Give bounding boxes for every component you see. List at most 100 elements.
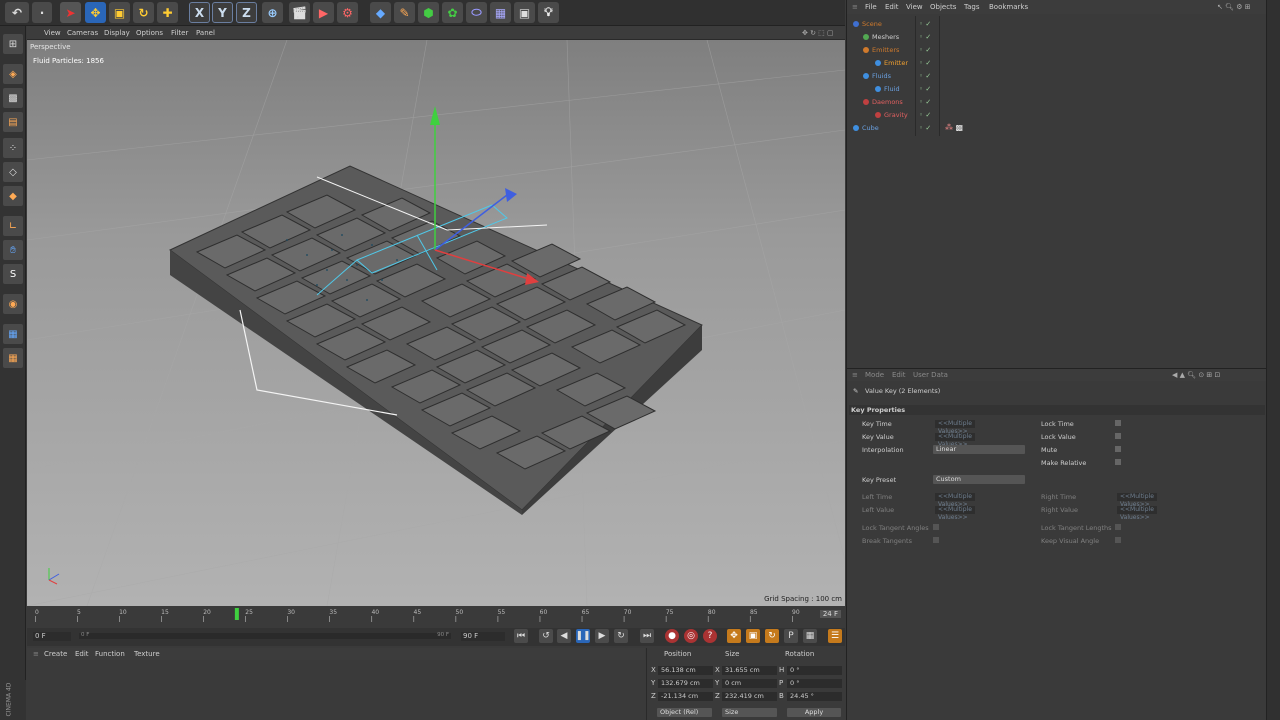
visibility-toggle[interactable]: ◦ ✓ [919,124,931,132]
apply-button[interactable]: Apply [787,708,841,717]
visibility-toggle[interactable]: ◦ ✓ [919,20,931,28]
rotation-key-toggle[interactable]: ↻ [765,629,779,643]
go-to-end-button[interactable]: ⏭︎ [640,629,654,643]
lock-tangent-lengths-checkbox[interactable] [1115,524,1121,530]
magnet-tool-button[interactable]: ◉ [3,294,23,314]
menu-user-data[interactable]: User Data [913,371,948,379]
menu-edit[interactable]: Edit [885,3,899,11]
y-axis-lock[interactable]: Y [212,2,233,23]
right-value-field[interactable]: <<Multiple Values>> [1117,506,1157,521]
max-frame-field[interactable]: 90 F [461,632,505,641]
add-generator-button[interactable]: ⬢ [418,2,439,23]
go-to-previous-key-button[interactable]: ↺ [539,629,553,643]
record-active-objects-button[interactable]: ● [665,629,679,643]
lock-value-checkbox[interactable] [1115,433,1121,439]
add-cube-button[interactable]: ◆ [370,2,391,23]
undo-button[interactable]: ↶ [5,2,29,23]
timeline-ruler[interactable]: 0 5 10 15 20 25 30 35 40 45 50 55 60 65 70 75 80 85 90 24 … [27,606,845,630]
visibility-toggle[interactable]: ◦ ✓ [919,33,931,41]
move-tool[interactable]: ✥ [85,2,106,23]
tree-item-daemons[interactable]: Daemons [863,96,903,108]
timeline-playhead[interactable] [234,608,239,620]
coordinate-system-button[interactable]: ⊕ [262,2,283,23]
tweak-mode-button[interactable]: ✋︎ [3,240,23,260]
menu-file[interactable]: File [865,3,877,11]
model-mode-button[interactable]: ◈ [3,64,23,84]
tree-item-emitters[interactable]: Emitters [863,44,899,56]
grid-lock-button[interactable]: ▦ [3,324,23,344]
left-time-field[interactable]: <<Multiple Values>> [935,493,975,508]
keyframe-selection-button[interactable]: ? [703,629,717,643]
visibility-toggle[interactable]: ◦ ✓ [919,111,931,119]
cube-tags[interactable]: ⁂ ▩ [945,123,963,132]
tree-item-scene[interactable]: Scene [853,18,882,30]
add-deformer-button[interactable]: ⬭ [466,2,487,23]
texture-mode-button[interactable]: ▩ [3,88,23,108]
rotation-p-field[interactable]: 0 ° [787,679,842,688]
add-environment-button[interactable]: ▦ [490,2,511,23]
mute-checkbox[interactable] [1115,446,1121,452]
menu-tags[interactable]: Tags [964,3,980,11]
edges-mode-button[interactable]: ◇ [3,162,23,182]
menu-objects[interactable]: Objects [930,3,956,11]
add-camera-button[interactable]: ▣ [514,2,535,23]
tree-item-cube[interactable]: Cube [853,122,879,134]
add-spline-button[interactable]: ✎ [394,2,415,23]
snap-button[interactable]: S [3,264,23,284]
locked-workplane-button[interactable]: ▦ [3,348,23,368]
size-y-field[interactable]: 0 cm [722,679,777,688]
break-tangents-checkbox[interactable] [933,537,939,543]
menu-function[interactable]: Function [95,650,125,658]
viewport-perspective[interactable]: Perspective Fluid Particles: 1856 Grid S… [27,40,845,606]
points-mode-button[interactable]: ⁘ [3,138,23,158]
keep-visual-angle-checkbox[interactable] [1115,537,1121,543]
render-settings-button[interactable]: ⚙ [337,2,358,23]
size-x-field[interactable]: 31.655 cm [722,666,777,675]
parameter-key-toggle[interactable]: P [784,629,798,643]
object-manager-nav-icons[interactable]: ↖ 🔍︎ ⚙ ⊞ [1217,3,1251,11]
autokeying-button[interactable]: ◎ [684,629,698,643]
visibility-toggle[interactable]: ◦ ✓ [919,72,931,80]
make-editable-button[interactable]: ⊞ [3,34,23,54]
recent-tools[interactable]: ✚ [157,2,178,23]
right-tab-strip[interactable] [1266,0,1280,720]
menu-mode[interactable]: Mode [865,371,884,379]
live-selection-tool[interactable]: ➤ [60,2,81,23]
go-to-start-button[interactable]: ⏮︎ [514,629,528,643]
lock-tangent-angles-checkbox[interactable] [933,524,939,530]
menu-panel[interactable]: Panel [196,29,215,37]
polygons-mode-button[interactable]: ◆ [3,186,23,206]
menu-create[interactable]: Create [44,650,67,658]
step-forward-button[interactable]: ▶ [595,629,609,643]
render-view-button[interactable]: 🎬︎ [289,2,310,23]
menu-options[interactable]: Options [136,29,163,37]
menu-texture[interactable]: Texture [134,650,160,658]
timeline-window-button[interactable]: ☰ [828,629,842,643]
rotation-h-field[interactable]: 0 ° [787,666,842,675]
key-value-field[interactable]: <<Multiple Values>> [935,433,975,448]
add-light-button[interactable]: 💡︎ [538,2,559,23]
key-time-field[interactable]: <<Multiple Values>> [935,420,975,435]
interpolation-dropdown[interactable]: Linear [933,445,1025,454]
scale-tool[interactable]: ▣ [109,2,130,23]
workplane-mode-button[interactable]: ▤ [3,112,23,132]
menu-cameras[interactable]: Cameras [67,29,98,37]
rotate-tool[interactable]: ↻ [133,2,154,23]
visibility-toggle[interactable]: ◦ ✓ [919,85,931,93]
menu-view[interactable]: View [906,3,923,11]
tree-item-gravity[interactable]: Gravity [875,109,908,121]
position-z-field[interactable]: -21.134 cm [658,692,713,701]
menu-display[interactable]: Display [104,29,130,37]
rotation-b-field[interactable]: 24.45 ° [787,692,842,701]
size-z-field[interactable]: 232.419 cm [722,692,777,701]
left-value-field[interactable]: <<Multiple Values>> [935,506,975,521]
attribute-nav-icons[interactable]: ◀ ▲ 🔍︎ ⊙ ⊞ ⊡ [1172,371,1220,379]
redo-button[interactable]: · [32,2,52,23]
tree-item-fluids[interactable]: Fluids [863,70,891,82]
lock-time-checkbox[interactable] [1115,420,1121,426]
material-manager-area[interactable] [27,660,645,720]
menu-edit[interactable]: Edit [892,371,906,379]
tree-item-fluid[interactable]: Fluid [875,83,900,95]
coordinate-mode-dropdown[interactable]: Object (Rel) [657,708,712,717]
menu-filter[interactable]: Filter [171,29,188,37]
